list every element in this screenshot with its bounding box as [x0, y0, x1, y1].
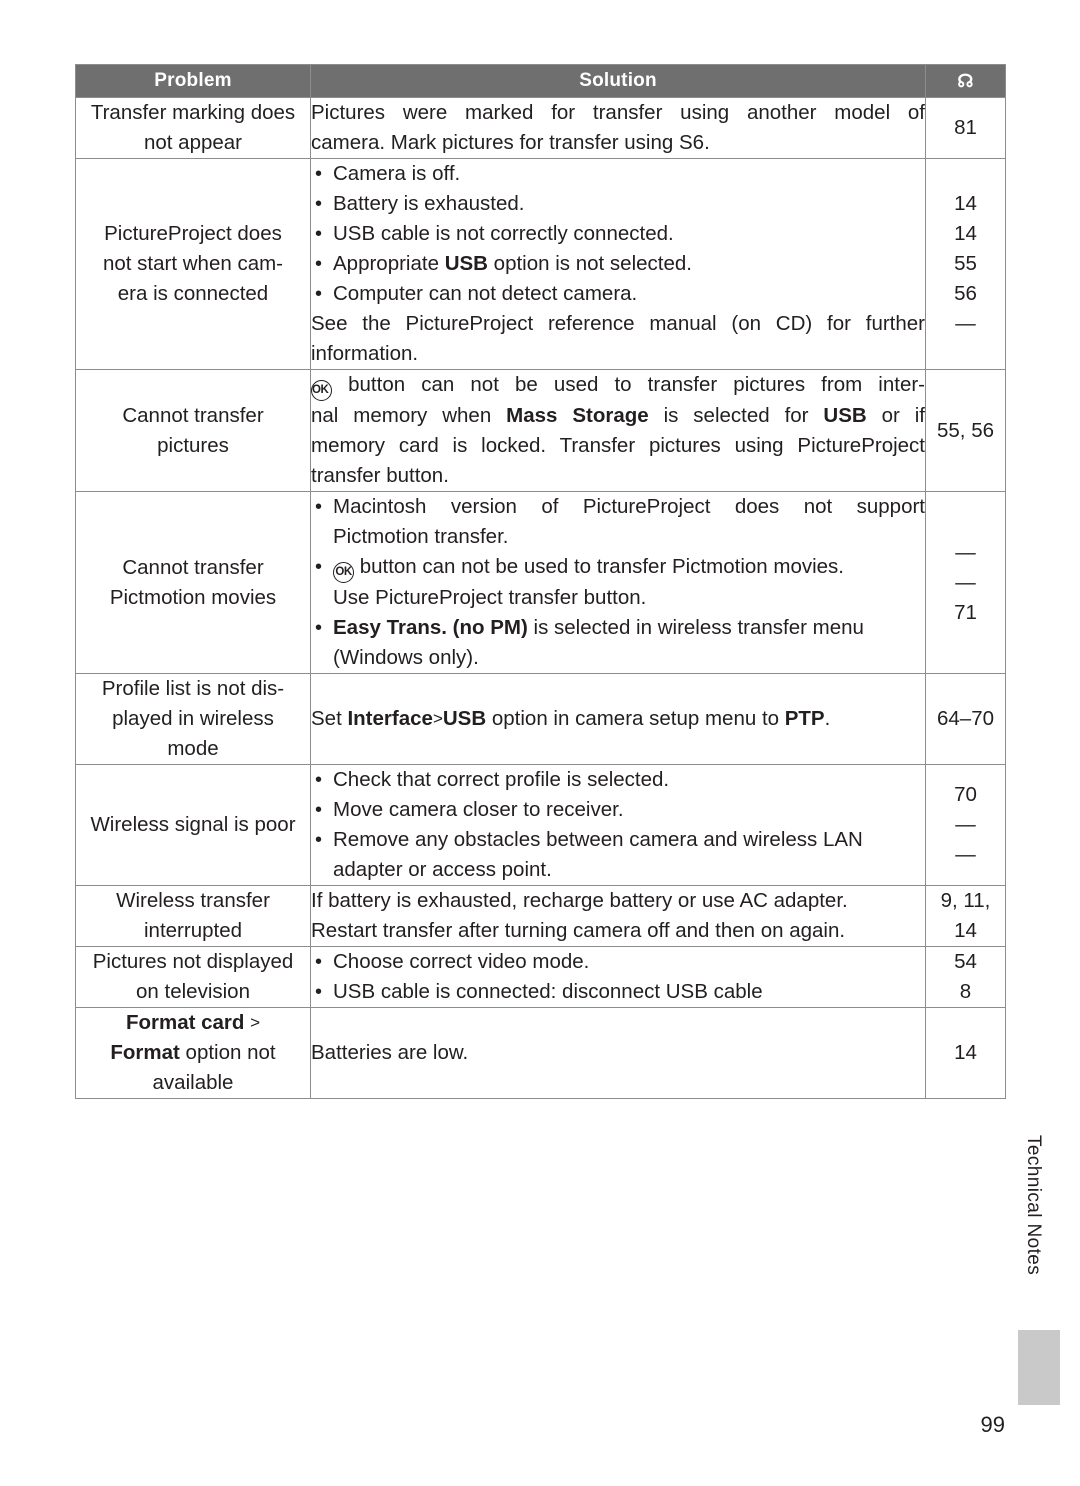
- page-ref-icon: ☊: [957, 70, 974, 91]
- document-page: Problem Solution ☊ Transfer marking does…: [0, 0, 1080, 1486]
- page-ref: 14: [954, 1041, 977, 1064]
- problem-cell: Transfer marking does not appear: [75, 97, 311, 159]
- page-ref: 14: [954, 192, 977, 215]
- page-ref: —: [955, 813, 976, 836]
- chevron-right-icon: >: [432, 709, 443, 728]
- solution-line: Move camera closer to receiver.: [311, 795, 925, 825]
- solution-line: OK button can not be used to transfer pi…: [311, 370, 925, 401]
- solution-line: Pictmotion transfer.: [333, 525, 509, 548]
- solution-cell: Choose correct video mode. USB cable is …: [310, 946, 926, 1008]
- page-ref: 54: [954, 950, 977, 973]
- solution-line: Pictures were marked for transfer using …: [311, 101, 925, 124]
- solution-cell: OK button can not be used to transfer pi…: [310, 369, 926, 492]
- troubleshooting-table: Problem Solution ☊ Transfer marking does…: [75, 64, 1006, 1099]
- table-row: Wireless signal is poor Check that corre…: [75, 764, 1006, 886]
- page-ref-cell: 9, 11, 14: [925, 885, 1006, 947]
- ok-button-icon: OK: [333, 562, 354, 583]
- page-ref-cell: 14 14 55 56 —: [925, 158, 1006, 370]
- page-ref: —: [955, 570, 976, 594]
- solution-line: OK button can not be used to transfer Pi…: [311, 552, 925, 583]
- page-ref-cell: 54 8: [925, 946, 1006, 1008]
- header-page-ref: ☊: [925, 64, 1006, 98]
- table-row: Profile list is not dis-played in wirele…: [75, 673, 1006, 765]
- page-ref-cell: 14: [925, 1007, 1006, 1099]
- page-ref: 14: [954, 919, 977, 942]
- solution-line: Battery is exhausted.: [311, 189, 925, 219]
- solution-line: Camera is off.: [311, 159, 925, 189]
- solution-cell: If battery is exhausted, recharge batter…: [310, 885, 926, 947]
- solution-line: See the PictureProject reference manual …: [311, 312, 925, 335]
- table-header: Problem Solution ☊: [75, 64, 1006, 98]
- problem-cell: Wireless signal is poor: [75, 764, 311, 886]
- problem-cell: Cannot transfer Pictmotion movies: [75, 491, 311, 674]
- page-number: 99: [980, 1412, 1005, 1437]
- page-ref: 8: [959, 980, 972, 1003]
- solution-line: Macintosh version of PictureProject does…: [311, 492, 925, 522]
- solution-line: USB cable is not correctly connected.: [311, 219, 925, 249]
- page-ref: 71: [954, 600, 977, 624]
- solution-line: Check that correct profile is selected.: [311, 765, 925, 795]
- problem-cell: Format card > Format option not available: [75, 1007, 311, 1099]
- page-ref: —: [955, 540, 976, 564]
- solution-cell: Check that correct profile is selected. …: [310, 764, 926, 886]
- solution-cell: Pictures were marked for transfer using …: [310, 97, 926, 159]
- page-ref: 81: [954, 116, 977, 139]
- solution-line: Restart transfer after turning camera of…: [311, 919, 846, 942]
- solution-line: Use PictureProject transfer button.: [333, 586, 647, 609]
- table-row: Cannot transfer pictures OK button can no…: [75, 369, 1006, 492]
- solution-cell: Macintosh version of PictureProject does…: [310, 491, 926, 674]
- table-row: Format card > Format option not available…: [75, 1007, 1006, 1099]
- solution-line: transfer button.: [311, 464, 449, 487]
- page-ref: 70: [954, 783, 977, 806]
- problem-cell: Cannot transfer pictures: [75, 369, 311, 492]
- page-ref: 55: [954, 252, 977, 275]
- solution-line: USB cable is connected: disconnect USB c…: [311, 977, 925, 1007]
- solution-line: adapter or access point.: [333, 858, 552, 881]
- solution-line: Set Interface>USB option in camera setup…: [311, 707, 831, 730]
- page-ref-cell: — — 71: [925, 491, 1006, 674]
- solution-line: Appropriate USB option is not selected.: [311, 249, 925, 279]
- table-row: Transfer marking does not appear Pictures…: [75, 97, 1006, 159]
- page-ref: 55, 56: [937, 418, 994, 442]
- page-ref-cell: 70 — —: [925, 764, 1006, 886]
- table-row: PictureProject does not start when cam-er…: [75, 158, 1006, 370]
- solution-line: Batteries are low.: [311, 1041, 469, 1064]
- problem-cell: Profile list is not dis-played in wirele…: [75, 673, 311, 765]
- header-solution: Solution: [310, 64, 926, 98]
- solution-line: information.: [311, 342, 419, 365]
- section-tab-label: Technical Notes: [1023, 1135, 1044, 1276]
- solution-line: If battery is exhausted, recharge batter…: [311, 889, 848, 912]
- solution-line: (Windows only).: [333, 646, 479, 669]
- table-row: Cannot transferPictmotion movies Macinto…: [75, 491, 1006, 674]
- header-problem: Problem: [75, 64, 311, 98]
- solution-line: nal memory when Mass Storage is selected…: [311, 404, 926, 427]
- page-ref-cell: 81: [925, 97, 1006, 159]
- problem-cell: Pictures not displayed on television: [75, 946, 311, 1008]
- solution-cell: Batteries are low.: [310, 1007, 926, 1099]
- solution-line: camera. Mark pictures for transfer using…: [311, 131, 710, 154]
- solution-line: Easy Trans. (no PM) is selected in wirel…: [311, 613, 925, 643]
- page-ref: 9, 11,: [940, 889, 991, 912]
- solution-line: memory card is locked. Transfer pictures…: [311, 434, 925, 457]
- solution-cell: Camera is off. Battery is exhausted. USB…: [310, 158, 926, 370]
- solution-line: Choose correct video mode.: [311, 947, 925, 977]
- page-ref: 64–70: [936, 707, 994, 730]
- solution-cell: Set Interface>USB option in camera setup…: [310, 673, 926, 765]
- table-row: Wireless transfer interrupted If battery …: [75, 885, 1006, 947]
- chevron-right-icon: >: [250, 1013, 261, 1032]
- problem-cell: PictureProject does not start when cam-er…: [75, 158, 311, 370]
- ok-button-icon: OK: [311, 380, 332, 401]
- section-tab-marker: [1018, 1330, 1060, 1405]
- page-ref-cell: 55, 56: [925, 369, 1006, 492]
- table-row: Pictures not displayedon television Choo…: [75, 946, 1006, 1008]
- page-ref: —: [955, 312, 976, 335]
- solution-line: Computer can not detect camera.: [311, 279, 925, 309]
- page-ref: 14: [954, 222, 977, 245]
- page-ref: —: [955, 843, 976, 866]
- problem-cell: Wireless transfer interrupted: [75, 885, 311, 947]
- page-ref: 56: [954, 282, 977, 305]
- solution-line: Remove any obstacles between camera and …: [311, 825, 925, 855]
- page-ref-cell: 64–70: [925, 673, 1006, 765]
